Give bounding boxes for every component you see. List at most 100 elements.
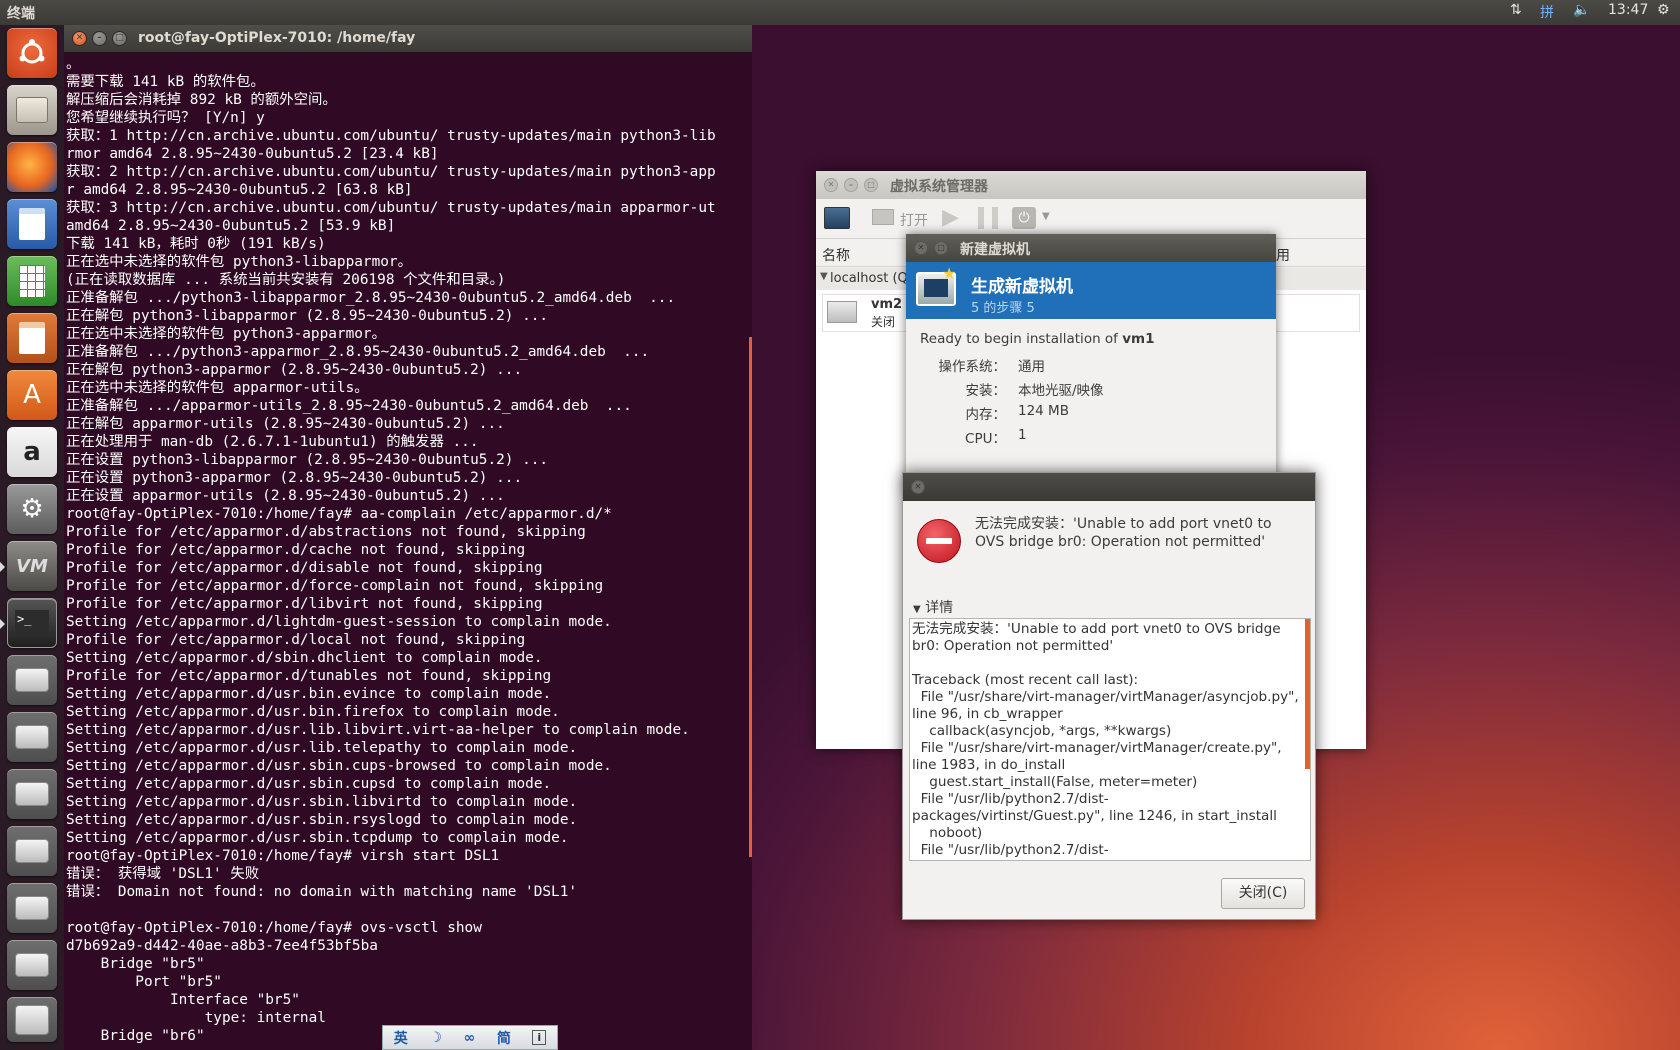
calc-icon[interactable] (7, 256, 57, 306)
terminal-line: 正准备解包 .../apparmor-utils_2.8.95~2430-0ub… (66, 398, 632, 414)
disk-drive-icon[interactable] (7, 883, 57, 933)
terminal-line: 。 (66, 56, 81, 72)
terminal-line: Profile for /etc/apparmor.d/cache not fo… (66, 542, 526, 558)
amazon-icon[interactable]: a (7, 427, 57, 477)
error-details-textview[interactable]: 无法完成安装：'Unable to add port vnet0 to OVS … (909, 618, 1311, 861)
writer-icon[interactable] (7, 199, 57, 249)
ime-link-icon[interactable]: ∞ (464, 1030, 476, 1046)
close-icon[interactable]: ✕ (914, 241, 928, 255)
error-details-text: 无法完成安装：'Unable to add port vnet0 to OVS … (912, 621, 1299, 860)
terminal-line: root@fay-OptiPlex-7010:/home/fay# virsh … (66, 848, 500, 864)
running-indicator (0, 562, 5, 572)
terminal-line: 正在选中未选择的软件包 python3-apparmor。 (66, 326, 386, 342)
pause-icon[interactable] (978, 207, 998, 229)
terminal-line: amd64 2.8.95~2430-0ubuntu5.2 [53.9 kB] (66, 218, 396, 234)
star-icon: ★ (942, 264, 957, 283)
error-message: 无法完成安装：'Unable to add port vnet0 to OVS … (975, 516, 1272, 550)
open-button[interactable]: 打开 (900, 210, 928, 230)
files-icon[interactable] (7, 85, 57, 135)
disk-drive-icon[interactable] (7, 712, 57, 762)
close-icon[interactable]: ✕ (824, 178, 838, 192)
new-vm-icon[interactable] (824, 207, 850, 229)
ime-moon-icon[interactable]: ☽ (429, 1030, 442, 1046)
error-icon (917, 519, 961, 563)
monitor-icon[interactable] (872, 209, 894, 225)
terminal-line: root@fay-OptiPlex-7010:/home/fay# ovs-vs… (66, 920, 482, 936)
terminal-line: 您希望继续执行吗？ [Y/n] y (66, 110, 265, 126)
details-expander[interactable]: ▼ 详情 (913, 597, 953, 617)
terminal-icon[interactable]: >_ (7, 598, 57, 648)
firefox-icon[interactable] (7, 142, 57, 192)
ubuntu-dash-icon[interactable] (7, 28, 57, 78)
trash-icon[interactable] (7, 997, 57, 1042)
volume-icon[interactable]: 🔈 (1573, 2, 1590, 18)
terminal-scrollbar[interactable] (749, 337, 752, 857)
network-icon[interactable]: ⇅ (1510, 2, 1522, 18)
virt-manager-icon[interactable]: VM (7, 541, 57, 591)
vm-monitor-icon (827, 301, 857, 323)
clock[interactable]: 13:47 (1608, 2, 1648, 18)
disk-drive-icon[interactable] (7, 826, 57, 876)
terminal-line: Profile for /etc/apparmor.d/tunables not… (66, 668, 552, 684)
terminal-line: 正在设置 python3-apparmor (2.8.95~2430-0ubun… (66, 470, 523, 486)
vmm-toolbar: 打开 ▶ ⏻ ▼ (816, 199, 1366, 239)
terminal-line: 错误： Domain not found: no domain with mat… (66, 884, 578, 900)
terminal-title: root@fay-OptiPlex-7010: /home/fay (138, 30, 416, 46)
terminal-line: 获取：1 http://cn.archive.ubuntu.com/ubuntu… (66, 128, 716, 144)
ime-english-toggle[interactable]: 英 (394, 1028, 408, 1048)
software-center-icon[interactable]: A (7, 370, 57, 420)
maximize-icon[interactable]: □ (864, 178, 878, 192)
minimize-icon[interactable]: – (844, 178, 858, 192)
terminal-line: 正在选中未选择的软件包 apparmor-utils。 (66, 380, 369, 396)
terminal-line: 正在解包 python3-apparmor (2.8.95~2430-0ubun… (66, 362, 523, 378)
disk-drive-icon[interactable] (7, 655, 57, 705)
column-name[interactable]: 名称 (822, 245, 850, 265)
terminal-line: (正在读取数据库 ... 系统当前共安装有 206198 个文件和目录。) (66, 272, 506, 288)
ime-info-icon[interactable]: i (532, 1030, 547, 1045)
chevron-down-icon[interactable]: ▼ (820, 271, 828, 282)
wizard-titlebar[interactable]: ✕ □ 新建虚拟机 (906, 234, 1276, 262)
terminal-line: Setting /etc/apparmor.d/usr.sbin.libvirt… (66, 794, 578, 810)
vm-state: 关闭 (871, 315, 896, 329)
vmm-titlebar[interactable]: ✕ – □ 虚拟系统管理器 (816, 171, 1366, 199)
chevron-down-icon[interactable]: ▼ (1042, 211, 1050, 222)
input-method-icon[interactable]: 拼 (1540, 2, 1554, 22)
column-usage[interactable]: 用 (1276, 245, 1290, 265)
close-icon[interactable]: ✕ (72, 31, 87, 46)
close-button[interactable]: 关闭(C) (1221, 878, 1305, 909)
terminal-output[interactable]: 。需要下载 141 kB 的软件包。 解压缩后会消耗掉 892 kB 的额外空间。… (66, 55, 752, 1050)
maximize-icon[interactable]: □ (934, 241, 948, 255)
wizard-step: 5 的步骤 5 (971, 301, 1035, 316)
disk-drive-icon[interactable] (7, 940, 57, 990)
host-label: localhost (QE (830, 271, 917, 286)
terminal-line: Profile for /etc/apparmor.d/local not fo… (66, 632, 526, 648)
impress-icon[interactable] (7, 313, 57, 363)
close-icon[interactable]: ✕ (911, 480, 925, 494)
wizard-heading: 生成新虚拟机 (971, 277, 1073, 297)
terminal-line: Setting /etc/apparmor.d/usr.sbin.cupsd t… (66, 776, 552, 792)
active-app-title: 终端 (7, 6, 35, 22)
maximize-icon[interactable]: □ (112, 31, 127, 46)
chevron-down-icon: ▼ (913, 604, 921, 615)
launcher: A a ⚙ VM >_ (0, 25, 64, 1050)
terminal-line: d7b692a9-d442-40ae-a8b3-7ee4f53bf5ba (66, 938, 378, 954)
system-settings-icon[interactable]: ⚙ (7, 484, 57, 534)
disk-drive-icon[interactable] (7, 769, 57, 819)
terminal-line: rmor amd64 2.8.95~2430-0ubuntu5.2 [23.4 … (66, 146, 439, 162)
terminal-line: root@fay-OptiPlex-7010:/home/fay# aa-com… (66, 506, 612, 522)
play-icon[interactable]: ▶ (942, 205, 959, 230)
details-scrollbar[interactable] (1305, 619, 1310, 769)
minimize-icon[interactable]: – (92, 31, 107, 46)
power-icon[interactable]: ⏻ (1012, 207, 1036, 229)
terminal-line: 正在设置 apparmor-utils (2.8.95~2430-0ubuntu… (66, 488, 505, 504)
gear-icon[interactable]: ⚙ (1657, 2, 1670, 18)
terminal-line: Profile for /etc/apparmor.d/disable not … (66, 560, 543, 576)
terminal-line: Profile for /etc/apparmor.d/libvirt not … (66, 596, 543, 612)
ime-simplified-toggle[interactable]: 简 (497, 1028, 511, 1048)
error-titlebar[interactable]: ✕ (903, 473, 1315, 501)
terminal-titlebar[interactable]: ✕ – □ root@fay-OptiPlex-7010: /home/fay (64, 25, 752, 52)
terminal-window: ✕ – □ root@fay-OptiPlex-7010: /home/fay … (64, 25, 752, 1050)
terminal-line: Setting /etc/apparmor.d/usr.lib.libvirt.… (66, 722, 690, 738)
terminal-line: Bridge "br5" (66, 956, 205, 972)
